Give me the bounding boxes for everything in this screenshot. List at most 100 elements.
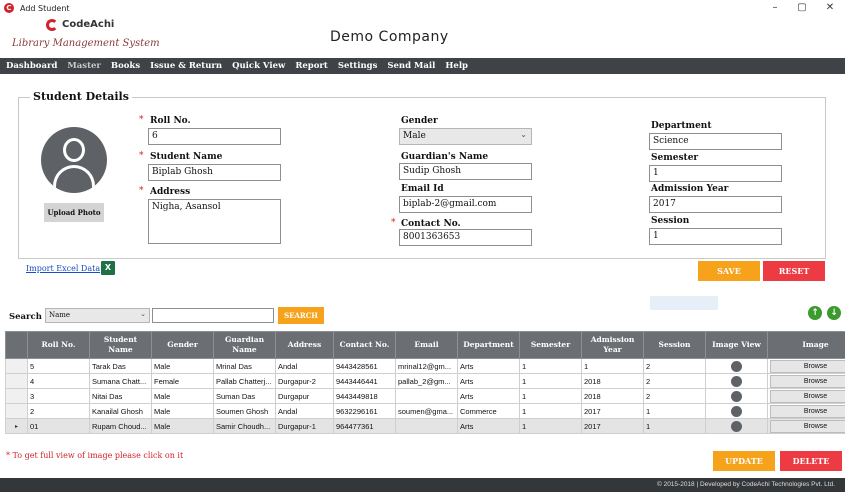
session-input[interactable]: 1 [649,228,782,245]
roll-no-input[interactable]: 6 [148,128,281,145]
table-cell: 1 [519,358,582,374]
email-input[interactable]: biplab-2@gmail.com [399,196,532,213]
table-cell: Sumana Chatt... [89,373,152,389]
student-details-title: Student Details [30,90,132,103]
table-cell: 9443428561 [333,358,396,374]
contact-no-label: Contact No. [401,219,461,229]
row-header-cell[interactable] [5,358,28,374]
codeachi-logo-icon [46,19,58,31]
row-header-cell [5,331,28,359]
column-header[interactable]: Gender [151,331,214,359]
update-button[interactable]: UPDATE [713,451,775,471]
column-header[interactable]: Image [767,331,845,359]
browse-button[interactable]: Browse [770,374,845,388]
column-header[interactable]: Guardian Name [213,331,276,359]
table-cell: 9443449818 [333,388,396,404]
menu-books[interactable]: Books [111,61,140,71]
search-button[interactable]: SEARCH [278,307,324,324]
column-header[interactable]: Roll No. [27,331,90,359]
reset-button[interactable]: RESET [763,261,825,281]
column-header[interactable]: Contact No. [333,331,396,359]
table-cell: 2017 [581,418,644,434]
gender-select[interactable]: Male ⌄ [399,128,532,145]
table-row[interactable]: 3 Nitai Das Male Suman Das Durgapur 9443… [5,388,845,404]
avatar-head-shape [63,138,85,162]
window-title: Add Student [20,3,70,13]
browse-button[interactable]: Browse [770,359,845,373]
menu-send-mail[interactable]: Send Mail [387,61,435,71]
menu-issue-return[interactable]: Issue & Return [150,61,222,71]
browse-button[interactable]: Browse [770,419,845,433]
image-view-icon[interactable] [731,420,742,432]
table-row[interactable]: 2 Kanailal Ghosh Male Soumen Ghosh Andal… [5,403,845,419]
image-view-icon[interactable] [731,360,742,372]
row-selected-marker[interactable]: ▸ [5,418,28,434]
table-row-selected[interactable]: ▸ 01 Rupam Choud... Male Samir Choudh...… [5,418,845,434]
column-header[interactable]: Department [457,331,520,359]
table-cell: 1 [581,358,644,374]
table-cell: 2 [27,403,90,419]
column-header[interactable]: Student Name [89,331,152,359]
menu-settings[interactable]: Settings [338,61,378,71]
delete-button[interactable]: DELETE [780,451,842,471]
menu-help[interactable]: Help [445,61,468,71]
maximize-button[interactable]: ▢ [787,0,817,16]
table-cell: 1 [643,403,706,419]
table-cell: 2 [643,388,706,404]
table-cell: Arts [457,418,520,434]
column-header[interactable]: Semester [519,331,582,359]
table-cell [395,418,458,434]
image-view-cell[interactable] [705,358,768,374]
student-avatar-icon[interactable] [41,127,107,193]
minimize-button[interactable]: – [760,0,790,16]
table-row[interactable]: 4 Sumana Chatt... Female Pallab Chatterj… [5,373,845,389]
table-cell: Soumen Ghosh [213,403,276,419]
browse-button[interactable]: Browse [770,389,845,403]
row-header-cell[interactable] [5,373,28,389]
image-view-cell[interactable] [705,403,768,419]
menu-quick-view[interactable]: Quick View [232,61,285,71]
semester-input[interactable]: 1 [649,165,782,182]
image-view-cell[interactable] [705,373,768,389]
row-header-cell[interactable] [5,388,28,404]
menu-dashboard[interactable]: Dashboard [6,61,57,71]
app-header: CodeAchi Library Management System Demo … [0,16,845,58]
table-cell: Arts [457,373,520,389]
image-view-icon[interactable] [731,375,742,387]
column-header[interactable]: Image View [705,331,768,359]
image-view-cell[interactable] [705,418,768,434]
table-cell: Male [151,403,214,419]
table-cell: 1 [519,403,582,419]
search-field-select[interactable]: Name ⌄ [45,308,150,323]
session-label: Session [651,216,690,226]
menu-master[interactable]: Master [67,61,101,71]
close-button[interactable]: ✕ [815,0,845,16]
column-header[interactable]: Admission Year [581,331,644,359]
table-cell: 2018 [581,373,644,389]
image-view-icon[interactable] [731,390,742,402]
excel-icon[interactable]: X [101,261,115,275]
import-excel-link[interactable]: Import Excel Data [26,264,100,273]
address-input[interactable]: Nigha, Asansol [148,199,281,244]
browse-button[interactable]: Browse [770,404,845,418]
upload-photo-button[interactable]: Upload Photo [44,203,104,222]
arrow-up-icon[interactable]: ↑ [808,306,822,320]
column-header[interactable]: Session [643,331,706,359]
guardian-name-input[interactable]: Sudip Ghosh [399,163,532,180]
contact-no-input[interactable]: 8001363653 [399,229,532,246]
menu-report[interactable]: Report [295,61,328,71]
column-header[interactable]: Email [395,331,458,359]
image-view-icon[interactable] [731,405,742,417]
table-header-row: Roll No. Student Name Gender Guardian Na… [5,331,845,359]
save-button[interactable]: SAVE [698,261,760,281]
image-view-cell[interactable] [705,388,768,404]
search-input[interactable] [152,308,274,323]
table-row[interactable]: 5 Tarak Das Male Mrinal Das Andal 944342… [5,358,845,374]
column-header[interactable]: Address [275,331,334,359]
student-name-input[interactable]: Biplab Ghosh [148,164,281,181]
row-header-cell[interactable] [5,403,28,419]
admission-year-input[interactable]: 2017 [649,196,782,213]
arrow-down-icon[interactable]: ↓ [827,306,841,320]
table-cell: Durgapur-1 [275,418,334,434]
department-input[interactable]: Science [649,133,782,150]
